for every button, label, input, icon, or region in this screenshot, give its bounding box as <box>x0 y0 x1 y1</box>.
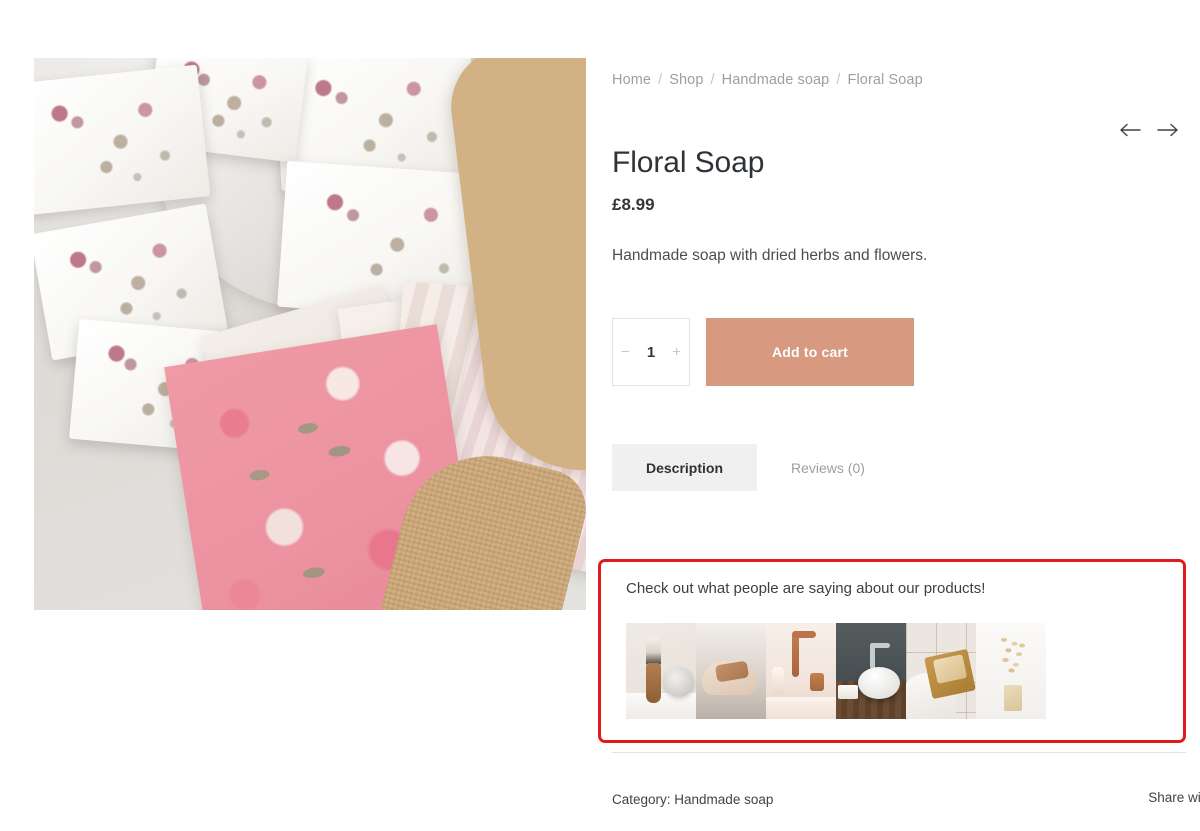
gallery-thumbnail[interactable] <box>626 623 696 719</box>
gallery-thumbnail[interactable] <box>976 623 1046 719</box>
product-info-column: Home / Shop / Handmade soap / Floral Soap Flor… <box>598 0 1200 831</box>
breadcrumb-item-handmade-soap[interactable]: Handmade soap <box>722 72 830 88</box>
bottle-prop <box>772 667 784 695</box>
share-label: Share with <box>1148 790 1200 805</box>
product-price: £8.99 <box>612 195 655 214</box>
soap-bar-prop <box>34 64 211 216</box>
breadcrumb-item-shop[interactable]: Shop <box>669 72 703 88</box>
product-navigation <box>1118 118 1180 142</box>
breadcrumb-item-home[interactable]: Home <box>612 72 651 88</box>
product-tabs: Description Reviews (0) <box>612 444 899 491</box>
counter-prop <box>766 697 836 719</box>
product-page: Home / Shop / Handmade soap / Floral Soap Flor… <box>0 0 1200 831</box>
page-title: Floral Soap <box>612 146 765 179</box>
soap-bar-prop <box>1004 685 1022 711</box>
gallery-thumbnail[interactable] <box>836 623 906 719</box>
add-to-cart-button[interactable]: Add to cart <box>706 318 914 386</box>
quantity-stepper[interactable]: − 1 + <box>612 318 690 386</box>
gallery-thumbnail[interactable] <box>906 623 976 719</box>
breadcrumb: Home / Shop / Handmade soap / Floral Soap <box>612 72 923 88</box>
soap-puck-prop <box>664 667 694 697</box>
towel-prop <box>626 693 696 719</box>
faucet-spout-prop <box>792 631 816 638</box>
social-gallery-panel: Check out what people are saying about o… <box>598 559 1186 743</box>
product-photo <box>34 58 586 610</box>
gallery-thumbnail[interactable] <box>696 623 766 719</box>
arrow-left-icon[interactable] <box>1118 118 1142 142</box>
gallery-thumbnail[interactable] <box>766 623 836 719</box>
breadcrumb-separator: / <box>836 72 841 88</box>
tab-reviews[interactable]: Reviews (0) <box>757 444 899 491</box>
social-gallery-thumbnails <box>626 623 1046 719</box>
breadcrumb-separator: / <box>710 72 715 88</box>
cup-prop <box>810 673 824 691</box>
breadcrumb-item-current: Floral Soap <box>847 72 923 88</box>
product-main-image[interactable] <box>34 58 586 610</box>
brush-bristle-prop <box>646 637 661 665</box>
quantity-input[interactable]: 1 <box>647 344 655 361</box>
quantity-decrement-button[interactable]: − <box>621 345 630 360</box>
quantity-increment-button[interactable]: + <box>672 345 681 360</box>
tab-description[interactable]: Description <box>612 444 758 491</box>
basin-prop <box>858 667 900 699</box>
meta-divider <box>612 752 1186 753</box>
tap-spout-prop <box>870 643 890 648</box>
product-category: Category: Handmade soap <box>612 792 774 807</box>
oats-prop <box>998 635 1028 683</box>
social-gallery-heading: Check out what people are saying about o… <box>626 580 986 597</box>
towel-stack-prop <box>838 685 858 699</box>
product-short-description: Handmade soap with dried herbs and flowe… <box>612 247 928 264</box>
breadcrumb-separator: / <box>658 72 663 88</box>
purchase-controls: − 1 + Add to cart <box>612 318 914 386</box>
brush-handle-prop <box>646 663 661 703</box>
arrow-right-icon[interactable] <box>1156 118 1180 142</box>
